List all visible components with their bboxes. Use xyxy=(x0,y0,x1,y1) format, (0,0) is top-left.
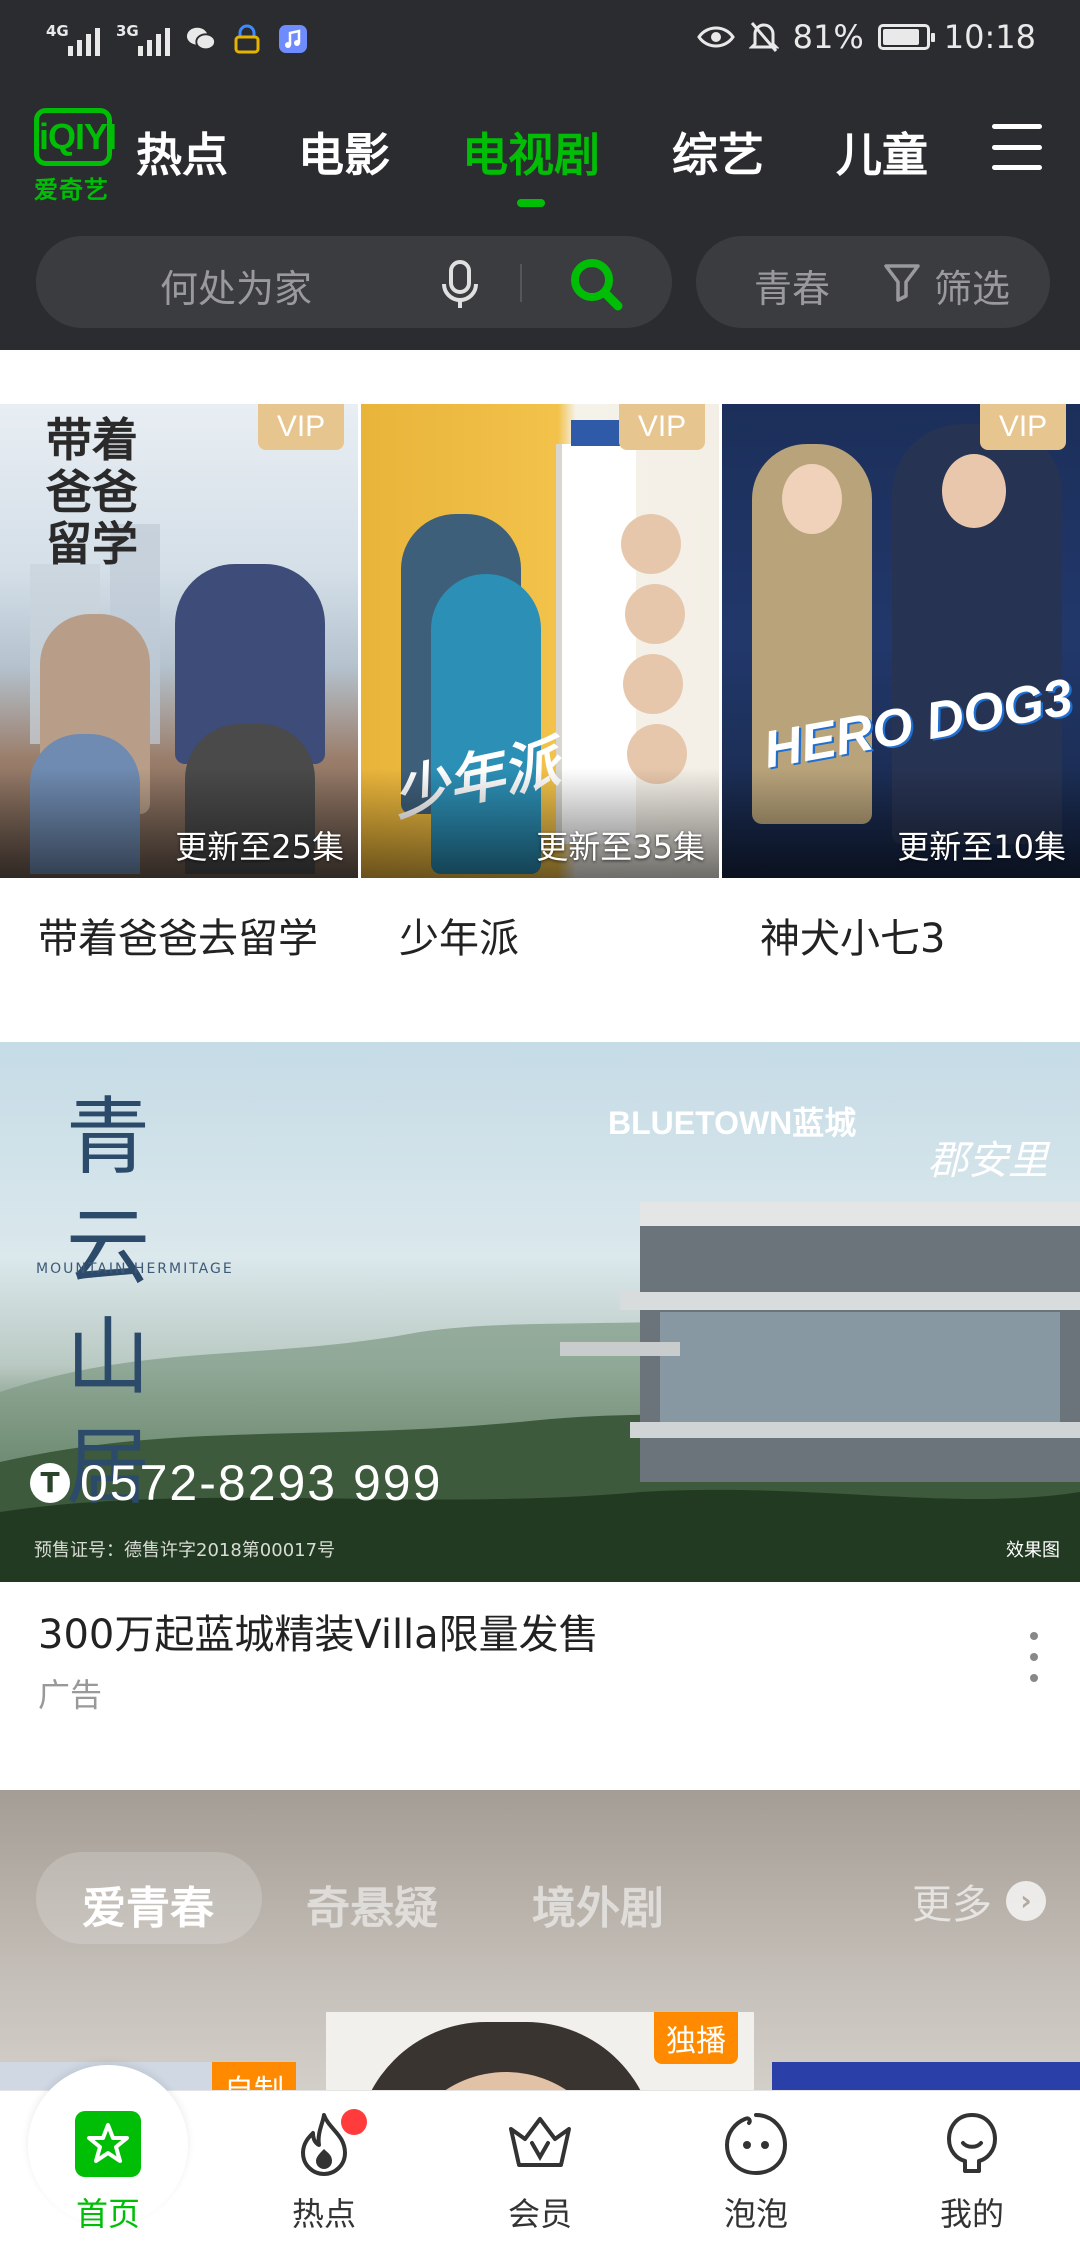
status-left-icons: 4G 3G xyxy=(46,22,308,56)
show-title[interactable]: 神犬小七3 xyxy=(722,906,1080,964)
shows-row: 带着爸爸留学 VIP 更新至25集 带着爸爸去留学 少年派 VIP 更新至35集… xyxy=(0,404,1080,964)
channel-tabs: 热点 电影 电视剧 综艺 儿童 xyxy=(136,112,1000,192)
filter-genre[interactable]: 青春 xyxy=(754,258,830,313)
search-icon[interactable] xyxy=(564,252,626,314)
logo-cn: 爱奇艺 xyxy=(34,176,109,204)
show-card[interactable]: 带着爸爸留学 VIP 更新至25集 带着爸爸去留学 xyxy=(0,404,358,964)
profile-icon xyxy=(937,2109,1007,2179)
music-app-icon xyxy=(278,24,308,54)
screen: { "status_bar": { "network_1": "4G", "ne… xyxy=(0,0,1080,2244)
app-header: 4G 3G 81% 10:18 iQIYI 爱奇艺 热点 电影 电视剧 综艺 儿… xyxy=(0,0,1080,350)
notification-dot xyxy=(341,2109,367,2135)
nav-label: 我的 xyxy=(939,2195,1004,2233)
status-bar: 4G 3G 81% 10:18 xyxy=(0,0,1080,84)
poster-title-art: 带着爸爸留学 xyxy=(46,413,138,571)
episode-status: 更新至25集 xyxy=(175,828,344,866)
tab-movies[interactable]: 电影 xyxy=(298,119,390,185)
search-divider xyxy=(520,264,522,302)
clock: 10:18 xyxy=(943,18,1036,56)
ad-image-subtitle: MOUNTAIN HERMITAGE xyxy=(36,1261,234,1277)
flame-icon xyxy=(289,2109,367,2179)
microphone-icon[interactable] xyxy=(432,256,488,312)
ad-headline[interactable]: 300万起蓝城精装Villa限量发售 xyxy=(38,1602,599,1660)
nav-label: 首页 xyxy=(75,2195,140,2233)
show-card[interactable]: 少年派 VIP 更新至35集 少年派 xyxy=(361,404,719,964)
tab-hot[interactable]: 热点 xyxy=(136,119,228,185)
bottom-nav: 首页 热点 会员 泡泡 我的 xyxy=(0,2065,1080,2244)
vip-badge: VIP xyxy=(619,404,705,450)
ad-phone-row: T 0572-8293 999 xyxy=(30,1454,442,1512)
category-tab[interactable]: 爱青春 xyxy=(82,1872,214,1936)
tab-variety[interactable]: 综艺 xyxy=(672,119,764,185)
ad-brand: BLUETOWN蓝城 xyxy=(608,1105,857,1141)
nav-vip[interactable]: 会员 xyxy=(470,2109,610,2235)
filter-label[interactable]: 筛选 xyxy=(934,258,1010,313)
category-tab[interactable]: 奇悬疑 xyxy=(306,1872,438,1936)
network-type-label: 4G xyxy=(46,22,69,40)
phone-icon: T xyxy=(30,1463,70,1503)
tab-kids[interactable]: 儿童 xyxy=(836,119,928,185)
show-poster[interactable]: 少年派 VIP 更新至35集 xyxy=(361,404,719,878)
signal-icon: 4G xyxy=(46,22,100,56)
battery-percent: 81% xyxy=(792,18,864,56)
tab-tv-series[interactable]: 电视剧 xyxy=(462,119,600,185)
mute-bell-icon xyxy=(748,22,779,52)
vip-badge: VIP xyxy=(258,404,344,450)
funnel-icon xyxy=(884,264,920,302)
signal-icon: 3G xyxy=(116,22,170,56)
nav-hot[interactable]: 热点 xyxy=(254,2109,394,2235)
logo-mark: iQIYI xyxy=(34,108,117,166)
wechat-icon xyxy=(186,24,216,54)
show-card[interactable]: HERO DOG3 VIP 更新至10集 神犬小七3 xyxy=(722,404,1080,964)
chevron-right-icon: › xyxy=(1006,1881,1046,1921)
ad-permit: 预售证号：德售许字2018第00017号 xyxy=(34,1540,336,1561)
exclusive-badge: 独播 xyxy=(654,2012,738,2064)
nav-me[interactable]: 我的 xyxy=(902,2109,1042,2235)
ad-phone: 0572-8293 999 xyxy=(80,1455,443,1511)
home-star-icon xyxy=(73,2109,143,2179)
ad-brand-secondary: 郡安里 xyxy=(928,1138,1048,1184)
battery-icon xyxy=(877,24,935,50)
episode-status: 更新至10集 xyxy=(897,828,1066,866)
search-bar[interactable]: 何处为家 xyxy=(36,236,672,328)
episode-status: 更新至35集 xyxy=(536,828,705,866)
show-title[interactable]: 少年派 xyxy=(361,906,719,964)
show-poster[interactable]: 带着爸爸留学 VIP 更新至25集 xyxy=(0,404,358,878)
vip-badge: VIP xyxy=(980,404,1066,450)
category-tab[interactable]: 境外剧 xyxy=(532,1872,664,1936)
ad-effect-note: 效果图 xyxy=(1006,1540,1060,1561)
crown-icon xyxy=(505,2109,575,2179)
nav-label: 会员 xyxy=(507,2195,572,2233)
eye-icon xyxy=(696,26,735,48)
iqiyi-logo[interactable]: iQIYI 爱奇艺 xyxy=(34,108,117,205)
bubble-face-icon xyxy=(721,2109,791,2179)
nav-home[interactable]: 首页 xyxy=(38,2109,178,2235)
more-label: 更多 xyxy=(912,1882,992,1928)
filter-bar[interactable]: 青春 筛选 xyxy=(696,236,1050,328)
status-right: 81% 10:18 xyxy=(696,18,1036,56)
lock-icon xyxy=(232,24,262,54)
ad-banner[interactable]: 青云山居 MOUNTAIN HERMITAGE BLUETOWN蓝城 郡安里 T… xyxy=(0,1042,1080,1582)
search-input[interactable]: 何处为家 xyxy=(160,258,312,313)
nav-bubble[interactable]: 泡泡 xyxy=(686,2109,826,2235)
show-title[interactable]: 带着爸爸去留学 xyxy=(0,906,358,964)
network-type-label: 3G xyxy=(116,22,139,40)
nav-label: 热点 xyxy=(291,2195,356,2233)
ad-label: 广告 xyxy=(38,1676,103,1714)
nav-label: 泡泡 xyxy=(723,2195,788,2233)
more-options-icon[interactable] xyxy=(1026,1632,1042,1682)
show-poster[interactable]: HERO DOG3 VIP 更新至10集 xyxy=(722,404,1080,878)
menu-icon[interactable] xyxy=(992,124,1042,170)
more-link[interactable]: 更多 › xyxy=(912,1872,1046,1930)
